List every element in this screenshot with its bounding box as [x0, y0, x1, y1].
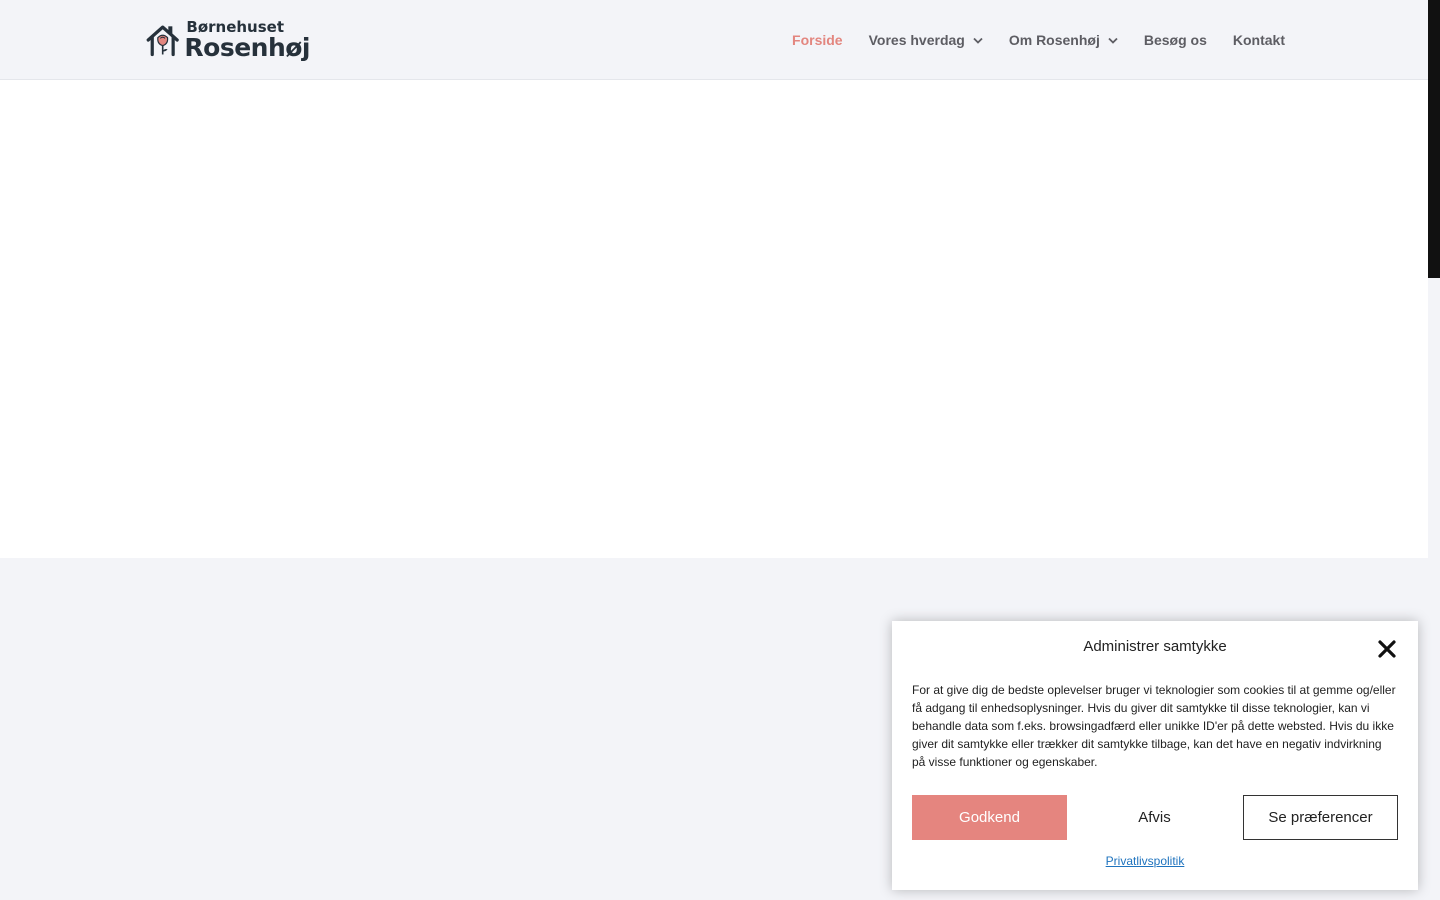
- deny-button[interactable]: Afvis: [1077, 795, 1232, 840]
- nav-item-forside[interactable]: Forside: [792, 32, 843, 48]
- privacy-policy-link[interactable]: Privatlivspolitik: [892, 854, 1398, 868]
- nav-label: Kontakt: [1232, 32, 1285, 48]
- nav-label: Besøg os: [1143, 32, 1207, 48]
- site-header: Børnehuset Rosenhøj Forside Vores hverda…: [0, 0, 1428, 80]
- nav-item-om-rosenhoj[interactable]: Om Rosenhøj: [1009, 32, 1118, 48]
- scrollbar[interactable]: [1428, 0, 1440, 900]
- nav-item-kontakt[interactable]: Kontakt: [1233, 32, 1285, 48]
- nav-item-besog-os[interactable]: Besøg os: [1144, 32, 1207, 48]
- nav-label: Vores hverdag: [868, 32, 965, 48]
- close-icon[interactable]: [1376, 638, 1398, 660]
- logo-main-text: Rosenhøj: [184, 33, 310, 62]
- site-logo[interactable]: Børnehuset Rosenhøj: [145, 15, 310, 65]
- house-rose-icon: [146, 25, 179, 57]
- nav-item-vores-hverdag[interactable]: Vores hverdag: [869, 32, 983, 48]
- cookie-consent-dialog: Administrer samtykke For at give dig de …: [892, 621, 1418, 890]
- scrollbar-thumb[interactable]: [1428, 0, 1440, 278]
- accept-button[interactable]: Godkend: [912, 795, 1067, 840]
- nav-label: Forside: [792, 32, 843, 48]
- chevron-down-icon: [973, 37, 983, 44]
- hero-section: [0, 80, 1428, 558]
- preferences-button[interactable]: Se præferencer: [1243, 795, 1398, 840]
- nav-label: Om Rosenhøj: [1008, 32, 1100, 48]
- chevron-down-icon: [1108, 37, 1118, 44]
- main-nav: Forside Vores hverdag Om Rosenhøj Besøg …: [766, 0, 1285, 80]
- consent-title: Administrer samtykke: [1083, 638, 1227, 655]
- consent-body: For at give dig de bedste oplevelser bru…: [912, 683, 1396, 769]
